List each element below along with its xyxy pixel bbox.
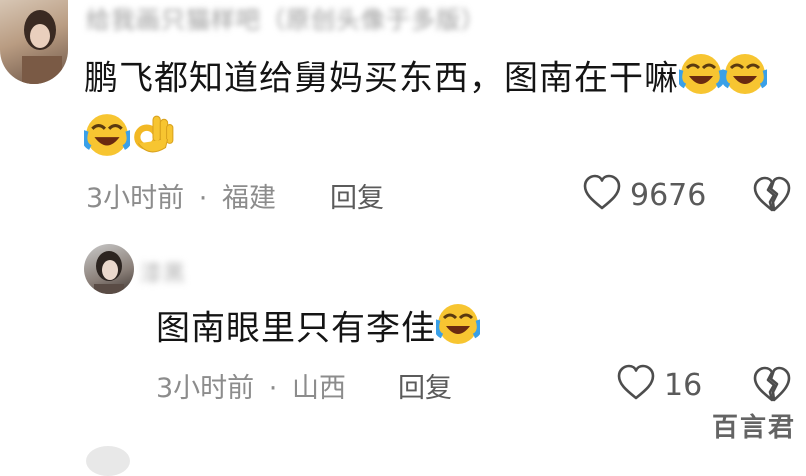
laughing-crying-emoji — [434, 302, 482, 358]
watermark: 百言君 — [711, 413, 796, 443]
laughing-crying-emoji — [677, 52, 725, 108]
like-button[interactable]: 9676 — [582, 174, 706, 216]
username[interactable]: 给我画只猫样吧（原创头像于多版） — [86, 0, 486, 35]
comment-text: 图南眼里只有李佳 — [156, 302, 482, 358]
reply-button[interactable]: 回复 — [330, 176, 384, 215]
username[interactable]: 漆黑 — [140, 256, 186, 288]
heart-icon — [582, 174, 622, 216]
comment-body: 图南眼里只有李佳 — [156, 308, 436, 349]
avatar[interactable] — [84, 244, 134, 294]
like-count: 16 — [664, 367, 703, 403]
reply-button[interactable]: 回复 — [398, 366, 452, 405]
timestamp: 3小时前 — [156, 373, 255, 404]
avatar[interactable] — [0, 0, 68, 84]
laughing-crying-emoji — [721, 52, 769, 108]
avatar[interactable] — [86, 446, 130, 476]
meta-separator: · — [198, 183, 208, 214]
location: 山西 — [291, 373, 346, 404]
broken-heart-icon — [752, 366, 792, 408]
comment-text: 鹏飞都知道给舅妈买东西，图南在干嘛 — [84, 52, 769, 108]
laughing-crying-emoji — [82, 112, 132, 170]
ok-hand-emoji — [130, 112, 176, 170]
dislike-button[interactable] — [752, 176, 792, 218]
location: 福建 — [221, 183, 276, 214]
timestamp: 3小时前 — [86, 183, 185, 214]
comment-body: 鹏飞都知道给舅妈买东西，图南在干嘛 — [84, 58, 679, 99]
like-count: 9676 — [630, 177, 707, 213]
comment-meta: 3小时前 · 福建 — [86, 176, 276, 215]
broken-heart-icon — [752, 176, 792, 218]
dislike-button[interactable] — [752, 366, 792, 408]
heart-icon — [616, 364, 656, 406]
comment-meta: 3小时前 · 山西 — [156, 366, 346, 405]
like-button[interactable]: 16 — [616, 364, 702, 406]
meta-separator: · — [268, 373, 278, 404]
comment-emoji-line — [82, 112, 176, 170]
